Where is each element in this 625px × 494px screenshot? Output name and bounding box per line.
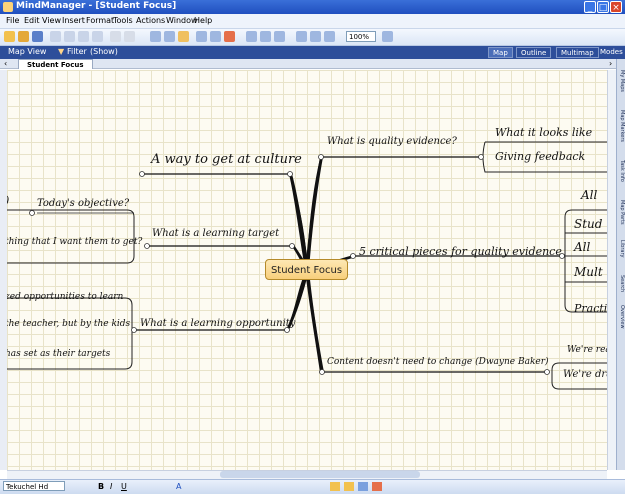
menu-help[interactable]: Help: [194, 16, 212, 25]
italic-button[interactable]: I: [110, 482, 112, 491]
topic-giving-feedback[interactable]: Giving feedback: [495, 150, 585, 163]
show-button[interactable]: (Show): [90, 47, 118, 56]
topic-five-pieces[interactable]: 5 critical pieces for quality evidence: [359, 245, 562, 258]
underline-button[interactable]: U: [121, 482, 127, 491]
format-painter-icon[interactable]: [372, 482, 382, 491]
topic-content[interactable]: Content doesn't need to change (Dwayne B…: [327, 357, 549, 367]
filter-icon[interactable]: ▼: [58, 47, 64, 56]
topic-quality-evidence[interactable]: What is quality evidence?: [327, 136, 457, 147]
font-color-icon[interactable]: A: [176, 482, 181, 491]
topic-a-way[interactable]: A way to get at culture: [151, 152, 302, 167]
format-toolbar: [0, 479, 625, 494]
tab-scroll-right-icon[interactable]: ›: [609, 59, 612, 68]
view-label: Map View: [8, 47, 47, 56]
fit-map-icon[interactable]: [324, 31, 335, 42]
topic-practi[interactable]: Practi: [574, 302, 607, 315]
tab-multimap[interactable]: Multimap: [556, 47, 599, 58]
topic-set-targets[interactable]: has set as their targets: [7, 349, 110, 359]
close-icon[interactable]: ×: [610, 1, 622, 13]
document-tab-bar: [0, 59, 625, 69]
topic-paren-fragment: ): [7, 194, 9, 207]
menu-view[interactable]: View: [42, 16, 61, 25]
view-bar: Map View ▼ Filter (Show) Map Outline Mul…: [0, 46, 625, 59]
central-topic[interactable]: Student Focus: [265, 259, 348, 280]
topic-thing-want[interactable]: thing that I want them to get?: [7, 237, 142, 247]
relationship-icon[interactable]: [210, 31, 221, 42]
menu-tools[interactable]: Tools: [113, 16, 133, 25]
tab-library[interactable]: Library: [617, 240, 625, 257]
open-icon[interactable]: [18, 31, 29, 42]
title-bar: MindManager - [Student Focus] _ □ ×: [0, 0, 625, 14]
zoom-out-icon[interactable]: [310, 31, 321, 42]
paste-icon[interactable]: [92, 31, 103, 42]
window-title: MindManager - [Student Focus]: [16, 1, 177, 11]
new-icon[interactable]: [4, 31, 15, 42]
maximize-icon[interactable]: □: [597, 1, 609, 13]
copy-icon[interactable]: [78, 31, 89, 42]
minimize-icon[interactable]: _: [584, 1, 596, 13]
zoom-in-icon[interactable]: [296, 31, 307, 42]
tab-map-markers[interactable]: Map Markers: [617, 110, 625, 142]
fill-color-icon[interactable]: [330, 482, 340, 491]
tab-modes[interactable]: Modes: [596, 47, 625, 58]
tab-overview[interactable]: Overview: [617, 305, 625, 329]
menu-window[interactable]: Window: [166, 16, 198, 25]
topic-learning-opportunity[interactable]: What is a learning opportunity: [140, 318, 295, 329]
tab-my-maps[interactable]: My Maps: [617, 70, 625, 92]
attachment-icon[interactable]: [260, 31, 271, 42]
tab-outline[interactable]: Outline: [516, 47, 552, 58]
menu-file[interactable]: File: [6, 16, 19, 25]
topic-all-2[interactable]: All: [574, 240, 590, 254]
hyperlink-icon[interactable]: [246, 31, 257, 42]
redo-icon[interactable]: [124, 31, 135, 42]
options-icon[interactable]: [382, 31, 393, 42]
line-color-icon[interactable]: [358, 482, 368, 491]
topic-what-it-looks[interactable]: What it looks like: [495, 126, 592, 139]
topic-shape-icon[interactable]: [344, 482, 354, 491]
topic-teacher[interactable]: the teacher, but by the kids: [7, 319, 130, 329]
horizontal-scroll-thumb[interactable]: [220, 471, 420, 478]
topic-were-dra[interactable]: We're dra: [563, 369, 607, 380]
tab-map[interactable]: Map: [488, 47, 513, 58]
menu-actions[interactable]: Actions: [136, 16, 165, 25]
zoom-select[interactable]: 100%: [346, 31, 376, 42]
filter-button[interactable]: Filter: [67, 47, 87, 56]
bold-button[interactable]: B: [98, 482, 104, 491]
menu-edit[interactable]: Edit: [24, 16, 40, 25]
topic-were-real[interactable]: We're real: [567, 345, 607, 355]
topic-learning-target[interactable]: What is a learning target: [152, 228, 279, 239]
topic-all-1[interactable]: All: [581, 188, 597, 202]
tab-scroll-left-icon[interactable]: ‹: [4, 59, 7, 68]
tab-search[interactable]: Search: [617, 275, 625, 292]
menu-bar: File Edit View Insert Format Tools Actio…: [0, 14, 625, 29]
print-icon[interactable]: [50, 31, 61, 42]
app-icon: [3, 2, 13, 12]
topic-opportunities[interactable]: zed opportunities to learn: [7, 292, 123, 302]
callout-icon[interactable]: [178, 31, 189, 42]
menu-format[interactable]: Format: [86, 16, 114, 25]
topic-mult[interactable]: Mult: [574, 265, 603, 279]
topic-icon[interactable]: [150, 31, 161, 42]
menu-insert[interactable]: Insert: [62, 16, 85, 25]
save-icon[interactable]: [32, 31, 43, 42]
subtopic-icon[interactable]: [164, 31, 175, 42]
topic-todays-objective[interactable]: Today's objective?: [37, 198, 129, 209]
topic-stud[interactable]: Stud: [574, 217, 602, 231]
notes-icon[interactable]: [274, 31, 285, 42]
tab-map-parts[interactable]: Map Parts: [617, 200, 625, 225]
undo-icon[interactable]: [110, 31, 121, 42]
boundary-icon[interactable]: [196, 31, 207, 42]
marker-icon[interactable]: [224, 31, 235, 42]
standard-toolbar: 100%: [0, 29, 625, 46]
tab-task-info[interactable]: Task Info: [617, 160, 625, 182]
document-tab[interactable]: Student Focus: [18, 59, 93, 69]
cut-icon[interactable]: [64, 31, 75, 42]
font-select[interactable]: Tekuchel Hd: [3, 481, 65, 491]
